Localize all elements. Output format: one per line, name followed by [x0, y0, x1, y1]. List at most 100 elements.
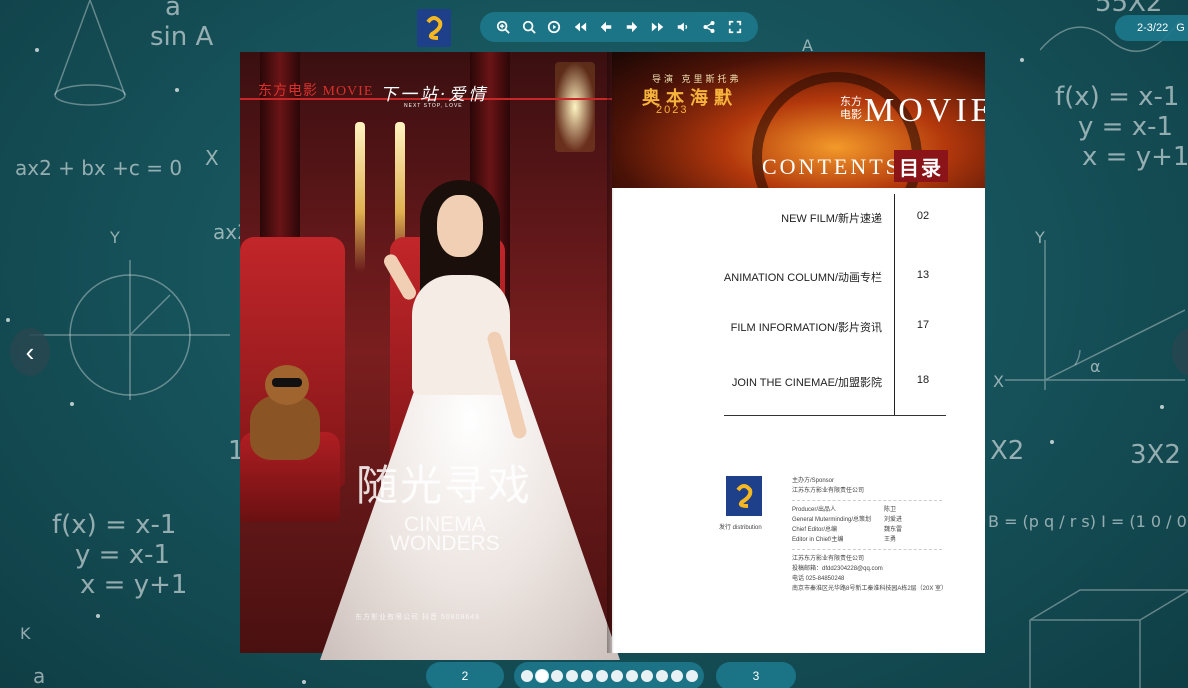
zoom-out-icon [522, 20, 536, 34]
credit-row: General Muterminding/总策划 刘爱进 [792, 515, 972, 525]
star-sparkle [1160, 405, 1164, 409]
page-dot[interactable] [640, 670, 653, 682]
sponsor-name: 江苏东方影业有限责任公司 [792, 488, 865, 494]
chalk-x-right: X [993, 372, 1004, 391]
chalk-y-left: Y [110, 228, 120, 247]
credit-row: Editor in Chief/主编 王勇 [792, 535, 972, 545]
banner-movie: MOVIE [864, 92, 985, 129]
chalk-frac: a [165, 0, 181, 22]
contact-email: 投稿邮箱：dfdd2304228@qq.com [792, 566, 883, 572]
chalk-eq3: x = y+1 [80, 570, 188, 600]
previous-page-button[interactable] [596, 17, 616, 37]
next-page-button[interactable] [622, 17, 642, 37]
right-page-number[interactable]: 3 [716, 662, 796, 688]
sponsor-label: 主办方/Sponsor [792, 478, 835, 484]
page-dot[interactable] [655, 670, 668, 682]
sound-button[interactable] [673, 17, 693, 37]
chalk-r-eq3: x = y+1 [1082, 142, 1188, 172]
credits-divider [792, 500, 942, 501]
double-arrow-right-icon [651, 22, 663, 32]
credit-role: Editor in Chief/主编 [792, 537, 844, 543]
page-dot[interactable] [550, 670, 563, 682]
chalk-r-eq2: y = x-1 [1078, 112, 1174, 142]
toc-item-page: 17 [916, 319, 930, 331]
chalk-a-bottom: a [33, 664, 46, 688]
oppenheimer-banner: 导演 克里斯托弗 奥本海默 2023 东方电影 MOVIE CONTENTS 目… [612, 52, 985, 188]
contents-heading: CONTENTS [762, 154, 901, 179]
autoplay-button[interactable] [544, 17, 564, 37]
logo-mark-icon [736, 484, 753, 508]
chalk-eq1: f(x) = x-1 [52, 510, 177, 540]
prev-page-arrow[interactable]: ‹ [10, 328, 50, 376]
circle-doodle [30, 260, 230, 400]
chevron-left-icon: ‹ [25, 336, 35, 367]
page-dot[interactable] [610, 670, 623, 682]
toc-item-title: NEW FILM/新片速递 [781, 213, 882, 225]
chalk-eq2: y = x-1 [75, 540, 171, 570]
cube-doodle [1029, 589, 1188, 688]
zoom-out-button[interactable] [519, 17, 539, 37]
publisher-logo[interactable] [417, 9, 451, 47]
toc-item-page: 02 [916, 210, 930, 222]
left-page-footer: 东方影业有限公司 抖音 50809649 [355, 614, 481, 621]
star-sparkle [1050, 440, 1054, 444]
wonders-word: WONDERS [390, 532, 500, 555]
chalk-3x2: 3X2 [1130, 440, 1181, 470]
publisher-mark [726, 476, 762, 516]
fullscreen-button[interactable] [725, 17, 745, 37]
page-indicator[interactable]: 2-3/22 G [1115, 15, 1188, 41]
chalk-alpha: α [1090, 357, 1101, 376]
credit-person: 陈卫 [884, 507, 897, 513]
page-dot[interactable] [520, 670, 533, 682]
chalk-matrix: B = (p q / r s) I = (1 0 / 0 1) [988, 512, 1188, 531]
last-page-button[interactable] [648, 17, 668, 37]
banner-year: 2023 [656, 104, 689, 116]
arrow-right-icon [626, 21, 638, 33]
share-icon [703, 21, 715, 33]
viewer-toolbar [480, 12, 758, 42]
page-dot[interactable] [670, 670, 683, 682]
credit-row: Producer/出品人 陈卫 [792, 505, 972, 515]
zoom-in-button[interactable] [493, 17, 513, 37]
chalk-x-left: X [205, 146, 219, 170]
left-page-number-label: 2 [461, 669, 469, 683]
book-right-page[interactable]: 导演 克里斯托弗 奥本海默 2023 东方电影 MOVIE CONTENTS 目… [612, 52, 985, 653]
publisher-credits: 主办方/Sponsor 江苏东方影业有限责任公司 Producer/出品人 陈卫 … [792, 476, 972, 594]
chalk-quadratic: ax2 + bx +c = 0 [15, 156, 183, 180]
left-page-subtitle: NEXT STOP, LOVE [404, 103, 463, 109]
page-dot[interactable] [535, 670, 548, 682]
first-page-button[interactable] [570, 17, 590, 37]
credits-divider [792, 549, 942, 550]
double-arrow-left-icon [575, 22, 587, 32]
star-sparkle [96, 614, 100, 618]
page-dot[interactable] [595, 670, 608, 682]
credit-row: Chief Editor/总编 魏东雷 [792, 525, 972, 535]
go-button[interactable]: G [1176, 22, 1185, 34]
chalk-y-right: Y [1035, 228, 1045, 247]
page-dot[interactable] [625, 670, 638, 682]
page-dot[interactable] [565, 670, 578, 682]
credit-person: 王勇 [884, 537, 897, 543]
left-page-cinema-wonders: CINEMA WONDERS [390, 514, 500, 555]
toc-item-page: 18 [916, 374, 930, 386]
left-page-headline: 随光寻戏 [356, 461, 533, 510]
company-name: 江苏东方影业有限责任公司 [792, 556, 865, 562]
star-sparkle [6, 318, 10, 322]
chalk-k: K [20, 624, 31, 643]
credit-role: General Muterminding/总策划 [792, 517, 872, 523]
banner-dfdy: 东方电影 [840, 96, 862, 121]
toc-item-title: ANIMATION COLUMN/动画专栏 [723, 272, 882, 284]
page-thumbnail-dots [514, 662, 704, 688]
star-sparkle [1020, 58, 1024, 62]
distribution-label: 发行 distribution [719, 525, 762, 531]
mulu-heading: 目录 [894, 150, 948, 182]
left-page-number[interactable]: 2 [426, 662, 504, 688]
page-dot[interactable] [685, 670, 698, 682]
toc-item-title: FILM INFORMATION/影片资讯 [730, 322, 882, 334]
right-page-number-label: 3 [752, 669, 760, 683]
cone-doodle [54, 0, 126, 106]
share-button[interactable] [699, 17, 719, 37]
page-range-label: 2-3/22 [1137, 22, 1169, 34]
page-dot[interactable] [580, 670, 593, 682]
chalk-r-eq1: f(x) = x-1 [1055, 82, 1180, 112]
